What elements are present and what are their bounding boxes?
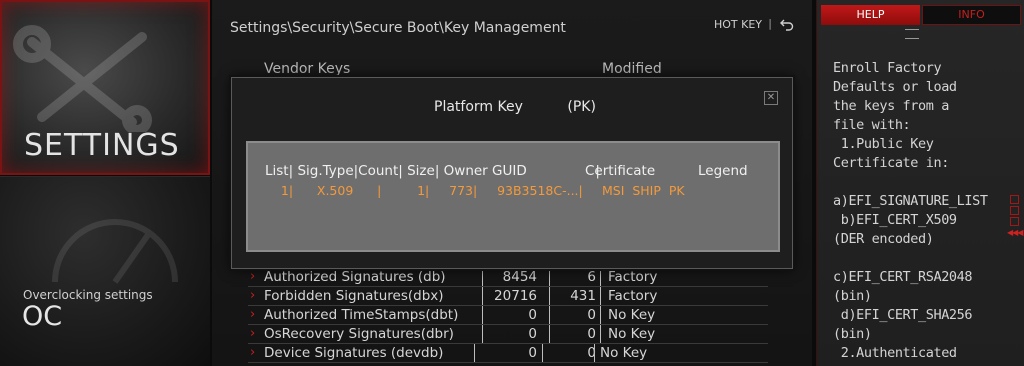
row-name: OsRecovery Signatures(dbr) bbox=[264, 326, 454, 342]
divider bbox=[474, 344, 475, 362]
chevron-right-icon: › bbox=[250, 326, 256, 341]
divider bbox=[600, 306, 601, 324]
settings-tile[interactable]: SETTINGS bbox=[0, 0, 210, 175]
breadcrumb: Settings\Security\Secure Boot\Key Manage… bbox=[230, 20, 566, 36]
dialog-title: Platform Key (PK) bbox=[434, 99, 596, 115]
row-status: Factory bbox=[608, 269, 658, 285]
row-name: Authorized Signatures (db) bbox=[264, 269, 446, 285]
chevron-right-icon: › bbox=[250, 288, 256, 303]
tools-icon bbox=[13, 25, 152, 132]
legend-header: Legend bbox=[698, 163, 748, 179]
key-entry-certificate: MSI SHIP PK bbox=[602, 183, 685, 198]
key-table-header: List| Sig.Type|Count| Size| Owner GUID | bbox=[265, 163, 600, 179]
list-item[interactable]: › Forbidden Signatures(dbx) 20716 431 Fa… bbox=[248, 287, 768, 306]
help-panel: HELP INFO Enroll Factory Defaults or loa… bbox=[816, 0, 1024, 366]
chevron-right-icon: › bbox=[250, 307, 256, 322]
list-item[interactable]: › OsRecovery Signatures(dbr) 0 0 No Key bbox=[248, 325, 768, 344]
list-item[interactable]: › Authorized Signatures (db) 8454 6 Fact… bbox=[248, 268, 768, 287]
row-name: Device Signatures (devdb) bbox=[264, 345, 444, 361]
chevron-right-icon: › bbox=[250, 345, 256, 360]
key-list: › Authorized Signatures (db) 8454 6 Fact… bbox=[248, 268, 768, 363]
row-count: 0 bbox=[587, 345, 596, 361]
settings-label: SETTINGS bbox=[24, 128, 180, 163]
tab-help[interactable]: HELP bbox=[821, 5, 920, 25]
divider bbox=[600, 287, 601, 305]
row-status: Factory bbox=[608, 288, 658, 304]
oc-label: OC bbox=[22, 301, 63, 332]
divider bbox=[594, 344, 595, 362]
row-status: No Key bbox=[600, 345, 648, 361]
certificate-header: Certificate bbox=[585, 163, 656, 179]
modified-header: Modified bbox=[602, 61, 662, 77]
oc-subtitle: Overclocking settings bbox=[23, 288, 153, 302]
key-entry-row[interactable]: 1| X.509 | 1| 773| 93B3518C-...| bbox=[265, 183, 583, 198]
row-size: 0 bbox=[528, 326, 537, 342]
divider bbox=[542, 344, 543, 362]
panel-handle-icon[interactable] bbox=[905, 29, 919, 39]
help-text: Enroll Factory Defaults or load the keys… bbox=[833, 60, 988, 361]
row-size: 20716 bbox=[494, 288, 537, 304]
list-item[interactable]: › Authorized TimeStamps(dbt) 0 0 No Key bbox=[248, 306, 768, 325]
row-size: 8454 bbox=[502, 269, 537, 285]
scroll-indicator[interactable] bbox=[1010, 195, 1020, 228]
row-status: No Key bbox=[608, 326, 656, 342]
row-name: Forbidden Signatures(dbx) bbox=[264, 288, 444, 304]
row-status: No Key bbox=[608, 307, 656, 323]
hotkey-button[interactable]: HOT KEY bbox=[714, 18, 762, 31]
platform-key-dialog: Platform Key (PK) ✕ List| Sig.Type|Count… bbox=[231, 77, 793, 269]
row-count: 6 bbox=[587, 269, 596, 285]
chevron-right-icon: › bbox=[250, 269, 256, 284]
list-item[interactable]: › Device Signatures (devdb) 0 0 No Key bbox=[248, 344, 768, 363]
oc-tile[interactable]: Overclocking settings OC bbox=[0, 176, 210, 366]
row-size: 0 bbox=[528, 307, 537, 323]
row-size: 0 bbox=[528, 345, 537, 361]
divider bbox=[600, 268, 601, 286]
row-name: Authorized TimeStamps(dbt) bbox=[264, 307, 459, 323]
close-icon[interactable]: ✕ bbox=[764, 91, 778, 105]
tab-info[interactable]: INFO bbox=[922, 5, 1021, 25]
row-count: 0 bbox=[587, 326, 596, 342]
vendor-keys-header: Vendor Keys bbox=[264, 61, 351, 77]
hotkey-separator: | bbox=[768, 17, 772, 30]
gauge-icon bbox=[52, 219, 178, 284]
key-table: List| Sig.Type|Count| Size| Owner GUID |… bbox=[246, 141, 780, 252]
back-arrow-icon[interactable] bbox=[780, 17, 794, 31]
divider bbox=[600, 325, 601, 343]
row-count: 431 bbox=[570, 288, 596, 304]
scroll-arrows-icon[interactable]: ◀◀◀ bbox=[1007, 228, 1024, 237]
row-count: 0 bbox=[587, 307, 596, 323]
